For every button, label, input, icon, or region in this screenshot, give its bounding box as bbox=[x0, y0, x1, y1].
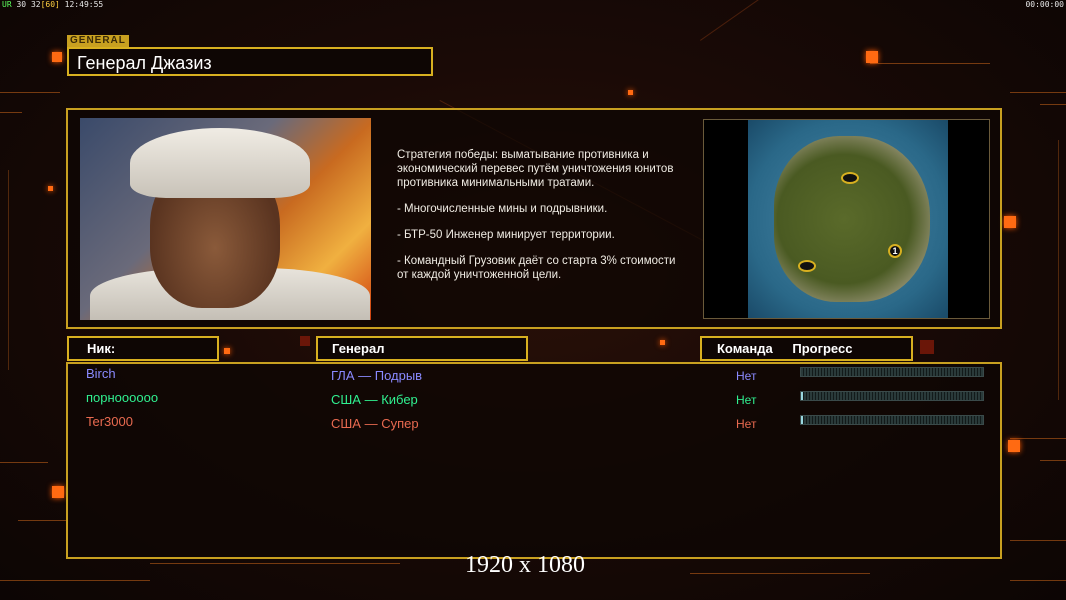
deco-line bbox=[1010, 540, 1066, 541]
bullet-btr: - БТР-50 Инженер минирует территории. bbox=[397, 229, 615, 241]
deco-line bbox=[0, 112, 22, 113]
player-progress-bar bbox=[800, 367, 984, 377]
deco-square bbox=[52, 52, 62, 62]
general-portrait bbox=[80, 118, 371, 320]
portrait-turban bbox=[130, 128, 310, 198]
strategy-text: Стратегия победы: выматывание противника… bbox=[397, 149, 674, 189]
deco-line bbox=[150, 563, 400, 564]
general-title-box: Генерал Джазиз bbox=[67, 47, 433, 76]
general-tag: GENERAL bbox=[67, 35, 129, 47]
header-progress-label: Прогресс bbox=[792, 341, 853, 356]
deco-square bbox=[628, 90, 633, 95]
player-nick: порноооооо bbox=[86, 390, 159, 405]
deco-line bbox=[0, 580, 150, 581]
header-team-progress: Команда Прогресс bbox=[700, 336, 913, 361]
hud-stats: UR 30 32[60] 12:49:55 bbox=[2, 0, 103, 9]
deco-line bbox=[1040, 460, 1066, 461]
player-team: Нет bbox=[736, 417, 757, 431]
player-general: США — Супер bbox=[331, 416, 419, 431]
bullet-truck: - Командный Грузовик даёт со старта 3% с… bbox=[397, 255, 676, 281]
start-position[interactable] bbox=[841, 172, 859, 184]
general-description: Стратегия победы: выматывание противника… bbox=[397, 148, 687, 294]
hud-value-c: [60] bbox=[40, 0, 60, 9]
deco-square bbox=[52, 486, 64, 498]
deco-line bbox=[870, 63, 990, 64]
deco-square bbox=[300, 336, 310, 346]
player-general: ГЛА — Подрыв bbox=[331, 368, 423, 383]
deco-square bbox=[48, 186, 53, 191]
player-team: Нет bbox=[736, 393, 757, 407]
hud-ur: UR bbox=[2, 0, 12, 9]
deco-line bbox=[0, 462, 48, 463]
deco-square bbox=[1004, 216, 1016, 228]
header-general-label: Генерал bbox=[332, 341, 385, 356]
general-name: Генерал Джазиз bbox=[77, 53, 212, 73]
player-general: США — Кибер bbox=[331, 392, 418, 407]
start-position[interactable] bbox=[798, 260, 816, 272]
deco-square bbox=[660, 340, 665, 345]
player-nick: Birch bbox=[86, 366, 116, 381]
player-progress-bar bbox=[800, 391, 984, 401]
hud-value-b: 32 bbox=[30, 0, 41, 9]
deco-square bbox=[1008, 440, 1020, 452]
player-progress-bar bbox=[800, 415, 984, 425]
deco-line bbox=[1010, 580, 1066, 581]
hud-value-a: 30 bbox=[16, 0, 27, 9]
deco-line bbox=[0, 92, 60, 93]
hud-clock: 12:49:55 bbox=[64, 0, 104, 9]
header-nick: Ник: bbox=[67, 336, 219, 361]
deco-line bbox=[1010, 92, 1066, 93]
bullet-mines: - Многочисленные мины и подрывники. bbox=[397, 203, 608, 215]
deco-line bbox=[1058, 140, 1059, 400]
header-nick-label: Ник: bbox=[87, 341, 116, 356]
deco-square bbox=[920, 340, 934, 354]
map-island bbox=[774, 136, 930, 302]
player-progress-fill bbox=[801, 392, 803, 400]
deco-square bbox=[866, 51, 878, 63]
map-preview[interactable]: 1 bbox=[703, 119, 990, 319]
header-team-label: Команда bbox=[717, 341, 773, 356]
deco-line bbox=[1010, 438, 1066, 439]
start-position-1[interactable]: 1 bbox=[888, 244, 902, 258]
header-general: Генерал bbox=[316, 336, 528, 361]
player-nick: Ter3000 bbox=[86, 414, 133, 429]
deco-line bbox=[1040, 104, 1066, 105]
deco-square bbox=[224, 348, 230, 354]
deco-line bbox=[8, 170, 9, 370]
deco-line bbox=[18, 520, 66, 521]
hud-timer: 00:00:00 bbox=[1025, 0, 1064, 9]
resolution-label: 1920 x 1080 bbox=[465, 552, 585, 578]
player-team: Нет bbox=[736, 369, 757, 383]
deco-line bbox=[690, 573, 870, 574]
player-progress-fill bbox=[801, 416, 803, 424]
